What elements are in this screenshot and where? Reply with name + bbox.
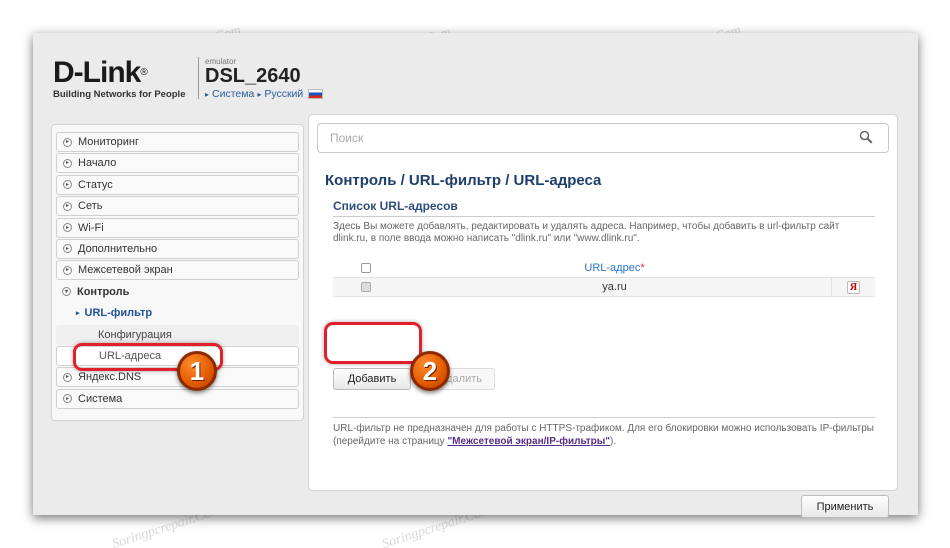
sidebar-item-advanced[interactable]: ▸ Дополнительно (56, 238, 299, 259)
apply-button[interactable]: Применить (801, 495, 889, 518)
device-info: emulator DSL_2640 ▸ Система ▸ Русский (205, 57, 324, 100)
header-links: ▸ Система ▸ Русский (205, 88, 324, 100)
sidebar-item-status[interactable]: ▸ Статус (56, 174, 299, 195)
https-note: URL-фильтр не предназначен для работы с … (333, 417, 875, 448)
sidebar-item-network[interactable]: ▸ Сеть (56, 196, 299, 217)
sidebar-item-wifi[interactable]: ▸ Wi-Fi (56, 217, 299, 238)
firewall-ip-filters-link[interactable]: "Межсетевой экран/IP-фильтры" (447, 436, 610, 447)
plus-circle-icon: ▸ (63, 201, 72, 211)
step-badge-1: 1 (177, 351, 217, 391)
plus-circle-icon: ▸ (63, 244, 72, 254)
url-table: URL-адрес* ya.ru Я (333, 259, 875, 297)
device-model: DSL_2640 (205, 65, 301, 87)
row-checkbox[interactable] (360, 282, 371, 292)
highlight-add-button (324, 322, 422, 364)
system-link[interactable]: Система (212, 88, 254, 100)
triangle-right-icon: ▸ (257, 89, 262, 99)
header-divider (198, 57, 199, 99)
search-icon[interactable] (859, 130, 873, 144)
router-web-ui: D-Link® Building Networks for People emu… (33, 33, 918, 518)
plus-circle-icon: ▸ (63, 372, 72, 382)
sidebar-item-control[interactable]: ▾ Контроль (56, 282, 299, 302)
sidebar-item-url-filter[interactable]: ▸ URL-фильтр (56, 303, 299, 323)
plus-circle-icon: ▸ (63, 158, 72, 168)
language-link[interactable]: Русский (264, 88, 303, 100)
plus-circle-icon: ▸ (63, 265, 72, 275)
add-button[interactable]: Добавить (333, 368, 411, 390)
plus-circle-icon: ▸ (63, 223, 72, 233)
table-row[interactable]: ya.ru Я (333, 278, 875, 297)
sidebar-item-start[interactable]: ▸ Начало (56, 153, 299, 174)
table-header: URL-адрес* (333, 259, 875, 278)
sidebar-item-monitoring[interactable]: ▸ Мониторинг (56, 132, 299, 152)
step-badge-2: 2 (410, 351, 450, 391)
url-cell: ya.ru (602, 281, 627, 293)
triangle-right-icon: ▸ (76, 310, 80, 318)
russian-flag-icon (308, 89, 324, 99)
dlink-logo[interactable]: D-Link® Building Networks for People (53, 58, 193, 108)
page-title: Контроль / URL-фильтр / URL-адреса (325, 172, 602, 189)
section-description: Здесь Вы можете добавлять, редактировать… (333, 221, 840, 244)
logo-tagline: Building Networks for People (53, 89, 186, 100)
content-panel: Поиск Контроль / URL-фильтр / URL-адреса… (308, 114, 898, 518)
plus-circle-icon: ▸ (63, 180, 72, 190)
sidebar-item-firewall[interactable]: ▸ Межсетевой экран (56, 260, 299, 281)
section-title: Список URL-адресов (333, 199, 875, 217)
plus-circle-icon: ▸ (63, 394, 72, 404)
column-header-url: URL-адрес* (584, 262, 645, 274)
sidebar-item-system[interactable]: ▸ Система (56, 388, 299, 409)
yandex-icon: Я (847, 280, 860, 294)
plus-circle-icon: ▸ (63, 137, 72, 147)
search-input[interactable]: Поиск (317, 123, 889, 153)
chevron-down-icon: ▾ (62, 287, 71, 297)
sidebar-item-configuration[interactable]: Конфигурация (56, 324, 299, 345)
triangle-right-icon: ▸ (205, 89, 210, 99)
logo-wordmark: D-Link® (53, 56, 148, 89)
select-all-checkbox[interactable] (360, 263, 371, 273)
